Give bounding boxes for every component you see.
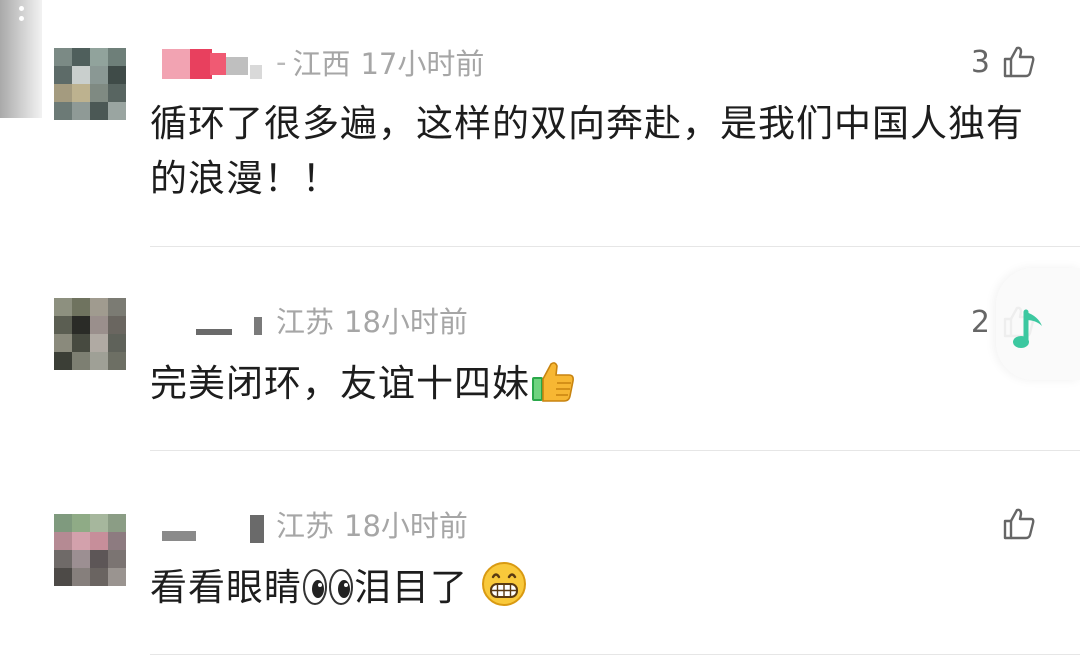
more-dots-icon[interactable] [16,6,30,26]
floating-music-button[interactable] [996,268,1080,380]
comment-meta: - 江西 17小时前 [158,40,484,84]
comment-text: 完美闭环，友谊十四妹 [150,356,1040,418]
comment-item: - 江西 17小时前 3 循环了很多遍，这样的双向奔赴，是我们中国人独有的浪漫！… [0,38,1080,248]
comment-text-part: 看看眼睛 [150,566,302,609]
comment-text: 看看眼睛 泪目了 [150,560,1040,622]
divider [150,450,1080,451]
thumbs-up-emoji-icon [530,359,576,418]
avatar[interactable] [54,514,126,586]
thumbs-up-outline-icon [1003,46,1035,78]
like-button[interactable]: 3 [971,40,1036,84]
comment-list: - 江西 17小时前 3 循环了很多遍，这样的双向奔赴，是我们中国人独有的浪漫！… [0,0,1080,666]
comment-text-part: 泪目了 [354,566,468,609]
like-count: 2 [970,304,990,340]
comment-location: 江苏 [276,305,335,339]
comment-meta: 江苏 18小时前 [158,502,468,546]
divider [150,654,1080,655]
username-redacted[interactable] [158,301,276,339]
music-note-icon [1013,309,1042,348]
comment-item: 江苏 18小时前 看看眼睛 泪目了 [0,496,1080,656]
thumbs-up-outline-icon [1003,508,1035,540]
username-redacted[interactable] [158,43,276,81]
comment-item: 江苏 18小时前 2 完美闭环，友谊十四妹 [0,290,1080,452]
comment-location: 江西 [292,47,351,81]
eyes-emoji-icon [302,567,354,622]
like-count: 3 [970,44,990,80]
meta-separator: - [276,45,287,79]
divider [150,246,1080,247]
comment-location: 江苏 [276,509,335,543]
avatar[interactable] [54,48,126,120]
comment-text: 循环了很多遍，这样的双向奔赴，是我们中国人独有的浪漫！！ [150,102,1024,200]
comment-time: 18小时前 [344,509,468,543]
like-button[interactable] [1002,502,1036,546]
comment-meta: 江苏 18小时前 [158,298,468,342]
comment-time: 17小时前 [360,47,485,81]
avatar[interactable] [54,298,126,370]
grinning-emoji-icon [481,561,527,622]
username-redacted[interactable] [158,505,276,543]
comment-time: 18小时前 [344,305,468,339]
comment-text-content: 完美闭环，友谊十四妹 [150,362,530,405]
